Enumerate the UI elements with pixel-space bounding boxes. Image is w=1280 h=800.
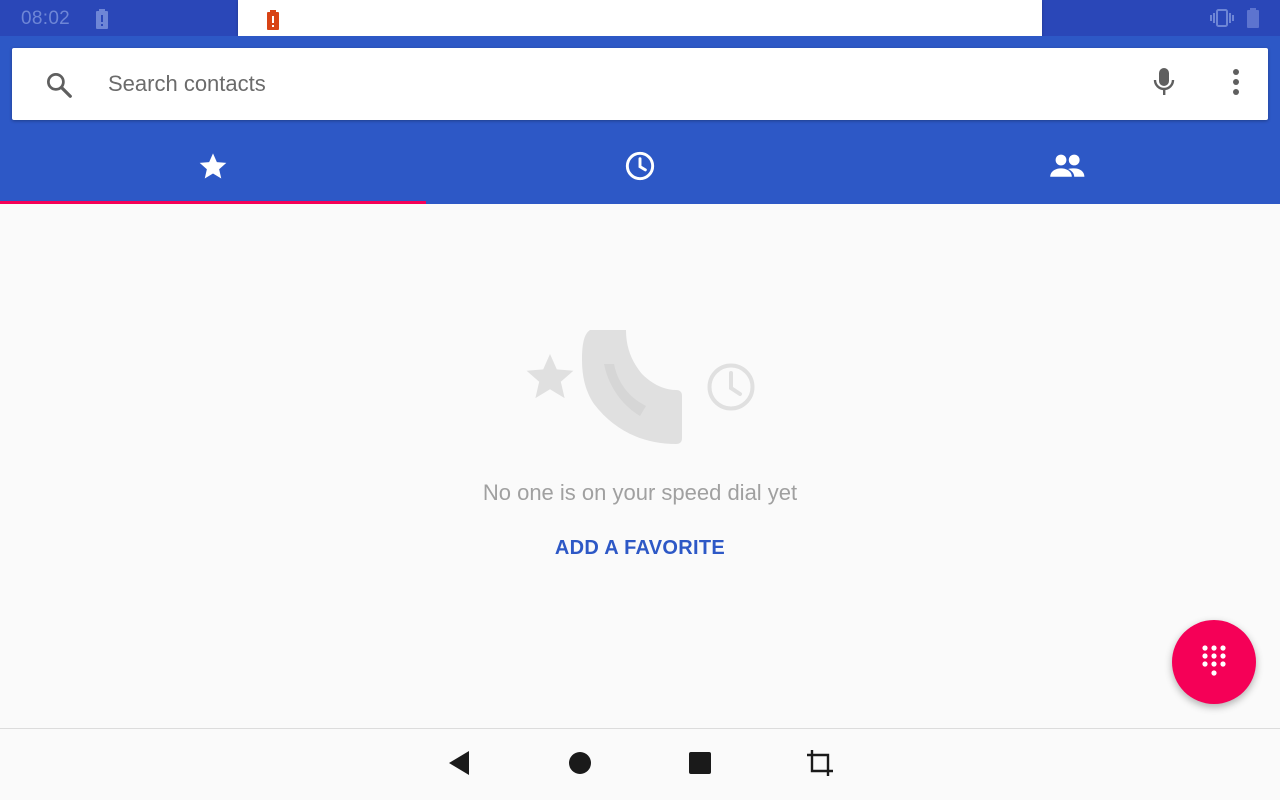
app-bar	[0, 36, 1280, 204]
back-icon	[447, 750, 471, 781]
system-navigation-bar	[0, 728, 1280, 800]
mic-button[interactable]	[1146, 66, 1182, 102]
more-options-button[interactable]	[1218, 66, 1254, 102]
dialpad-button[interactable]	[1172, 620, 1256, 704]
star-icon	[197, 150, 229, 187]
tab-recents[interactable]	[427, 132, 854, 204]
clock-icon	[624, 150, 656, 187]
add-favorite-button[interactable]: ADD A FAVORITE	[540, 532, 740, 564]
clock-icon	[707, 363, 755, 411]
status-icons	[1210, 7, 1260, 34]
search-input[interactable]	[108, 66, 1088, 102]
home-icon	[568, 751, 592, 780]
back-button[interactable]	[441, 747, 477, 783]
more-vert-icon	[1232, 68, 1240, 101]
tab-speed-dial[interactable]	[0, 132, 427, 204]
battery-alert-icon	[94, 8, 110, 35]
battery-icon	[1246, 7, 1260, 34]
star-icon	[526, 354, 574, 399]
empty-speed-dial-illustration	[520, 324, 760, 449]
rotate-button[interactable]	[802, 747, 838, 783]
battery-alert-icon	[266, 9, 280, 36]
vibrate-icon	[1210, 8, 1234, 33]
home-button[interactable]	[562, 747, 598, 783]
status-time: 08:02	[21, 8, 71, 29]
search-icon[interactable]	[44, 70, 74, 105]
phone-icon	[582, 330, 682, 444]
dialpad-icon	[1200, 644, 1228, 681]
rotate-icon	[806, 749, 834, 782]
recents-icon	[688, 751, 712, 780]
tab-contacts[interactable]	[853, 132, 1280, 204]
empty-state-message: No one is on your speed dial yet	[482, 480, 798, 505]
mic-icon	[1151, 66, 1177, 103]
search-box[interactable]	[12, 48, 1268, 120]
notification-banner[interactable]	[238, 0, 1042, 41]
speed-dial-empty-state: No one is on your speed dial yet ADD A F…	[0, 204, 1280, 728]
people-icon	[1049, 152, 1085, 185]
tab-bar	[0, 132, 1280, 204]
recents-button[interactable]	[682, 747, 718, 783]
